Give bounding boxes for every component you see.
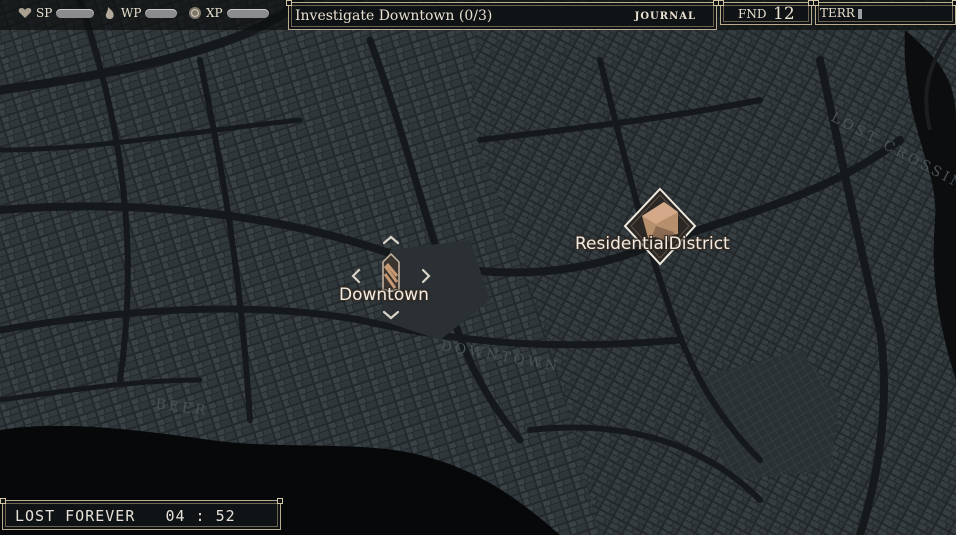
city-map[interactable]: LOST CROSSING DOWNTOWN BEER: [0, 0, 956, 535]
house-icon: [623, 187, 697, 266]
terr-meter: [858, 9, 862, 19]
fnd-panel: FND 12: [718, 0, 814, 25]
sp-stat: SP: [18, 5, 95, 21]
journal-button[interactable]: JOURNAL: [635, 11, 696, 22]
heart-icon: [18, 8, 32, 18]
terr-label: TERR: [820, 6, 855, 20]
fnd-value: 12: [773, 4, 795, 24]
terr-panel: TERR: [813, 0, 956, 25]
fnd-label: FND: [738, 7, 767, 21]
flame-icon: [105, 7, 114, 19]
xp-label: XP: [206, 6, 223, 20]
residential-district-marker[interactable]: [620, 186, 700, 270]
wp-bar: [145, 8, 178, 18]
lost-forever-timer: LOST FOREVER 04 : 52: [0, 498, 283, 530]
downtown-marker[interactable]: [350, 234, 432, 320]
xp-bar: [226, 8, 269, 18]
xp-stat: XP: [188, 5, 269, 21]
wp-label: WP: [121, 6, 142, 20]
sp-bar: [56, 8, 95, 18]
quest-title: Investigate Downtown (0/3): [295, 8, 493, 24]
quest-panel[interactable]: Investigate Downtown (0/3) JOURNAL: [286, 0, 719, 30]
coin-icon: [189, 7, 201, 19]
lost-forever-text: LOST FOREVER 04 : 52: [15, 507, 236, 525]
residential-district-label[interactable]: ResidentialDistrict: [575, 234, 730, 254]
downtown-label[interactable]: Downtown: [339, 285, 429, 305]
sp-label: SP: [36, 6, 53, 20]
wp-stat: WP: [103, 5, 178, 21]
